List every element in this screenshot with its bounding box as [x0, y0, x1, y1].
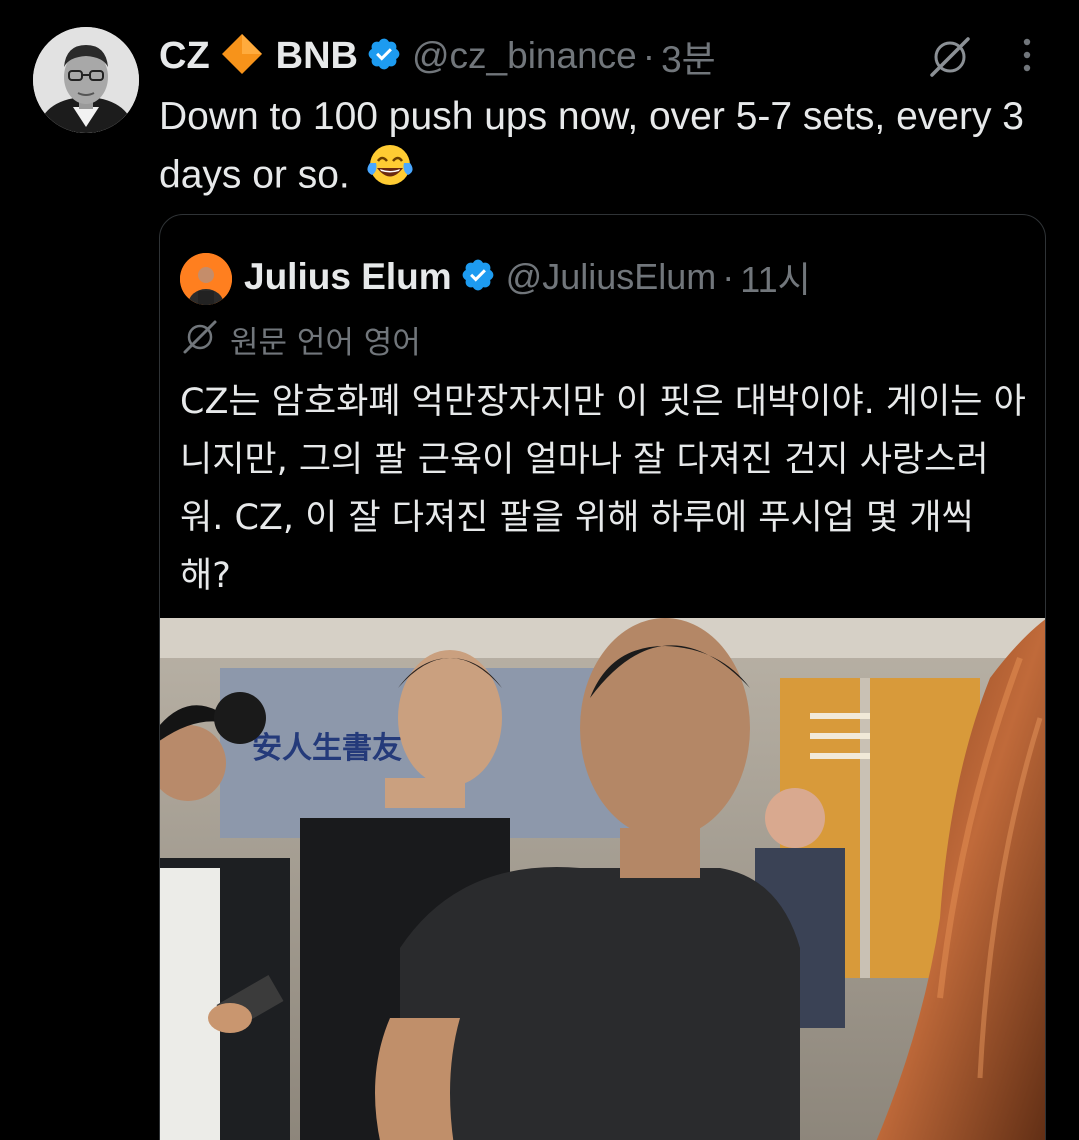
- verified-badge-icon[interactable]: [366, 36, 402, 76]
- translate-indicator[interactable]: 원문 언어 영어: [180, 315, 421, 363]
- quoted-avatar[interactable]: [180, 253, 232, 305]
- quoted-tweet-text: CZ는 암호화폐 억만장자지만 이 핏은 대박이야. 게이는 아니지만, 그의 …: [180, 382, 1026, 596]
- grok-icon[interactable]: [926, 33, 974, 81]
- display-name[interactable]: CZ: [159, 35, 210, 78]
- badge-name[interactable]: BNB: [276, 35, 358, 78]
- quoted-display-name[interactable]: Julius Elum: [244, 256, 452, 298]
- translate-label: 원문 언어 영어: [230, 324, 421, 361]
- timestamp[interactable]: 3분: [661, 29, 716, 83]
- face-with-tears-of-joy-icon: [366, 141, 414, 205]
- quoted-handle[interactable]: @JuliusElum: [506, 256, 717, 298]
- verified-badge-icon[interactable]: [460, 257, 496, 297]
- media-sign-text: 安人生書友: [252, 731, 402, 766]
- separator: ·: [722, 256, 735, 297]
- quoted-header: Julius Elum @JuliusElum · 11시: [244, 251, 811, 303]
- quoted-timestamp[interactable]: 11시: [740, 251, 811, 303]
- separator: ·: [642, 35, 656, 76]
- tweet-text: Down to 100 push ups now, over 5-7 sets,…: [159, 88, 1039, 209]
- tweet-text-content: Down to 100 push ups now, over 5-7 sets,…: [159, 95, 1024, 197]
- avatar[interactable]: [33, 27, 139, 133]
- tweet-header: CZ BNB @cz_binance · 3분: [159, 28, 716, 84]
- tweet[interactable]: CZ BNB @cz_binance · 3분 Down to 100 push…: [0, 0, 1079, 1140]
- handle[interactable]: @cz_binance: [412, 35, 637, 77]
- translate-icon: [180, 317, 220, 361]
- quoted-media-photo[interactable]: 安人生書友: [160, 618, 1045, 1140]
- more-icon[interactable]: [1012, 34, 1042, 78]
- quoted-tweet[interactable]: Julius Elum @JuliusElum · 11시 원문 언어 영어 C…: [159, 214, 1046, 1140]
- bnb-diamond-icon: [220, 32, 264, 80]
